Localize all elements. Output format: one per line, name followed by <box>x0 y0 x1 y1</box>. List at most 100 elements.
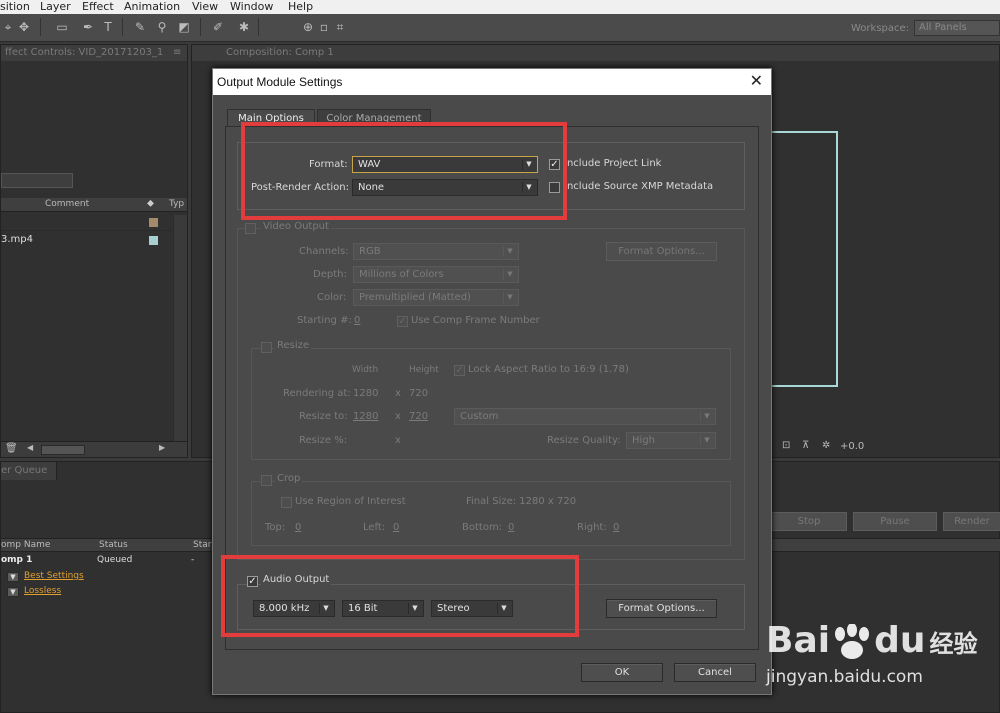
dialog-titlebar: Output Module Settings ✕ <box>213 69 771 95</box>
type-column-header[interactable]: Typ <box>169 199 184 209</box>
crop-left-value[interactable]: 0 <box>393 522 399 533</box>
menu-bar: sition Layer Effect Animation View Windo… <box>0 0 1000 14</box>
project-row[interactable]: 3.mp4 <box>1 233 171 249</box>
exposure-icon[interactable]: ✲ <box>822 440 830 451</box>
horizontal-scroll-thumb[interactable] <box>41 445 85 455</box>
starting-number-label: Starting #: <box>297 315 352 326</box>
scroll-right-icon[interactable]: ▶ <box>159 443 165 452</box>
depth-select[interactable]: Millions of Colors ▼ <box>353 266 519 283</box>
lock-aspect-checkbox[interactable]: ✓ <box>454 365 465 376</box>
camera-tool-icon[interactable]: ⌖ <box>0 19 16 35</box>
project-vertical-scrollbar[interactable] <box>173 215 187 441</box>
channels-select[interactable]: RGB ▼ <box>353 243 519 260</box>
render-item-name: omp 1 <box>1 555 33 565</box>
output-module-dropdown-icon[interactable]: ▼ <box>7 587 19 597</box>
video-format-options-button[interactable]: Format Options... <box>606 242 717 261</box>
render-settings-row: ▼ Best Settings <box>7 571 213 585</box>
workspace-label: Workspace: <box>851 23 910 34</box>
crop-group <box>251 481 731 546</box>
menu-window[interactable]: Window <box>230 0 273 13</box>
menu-composition[interactable]: sition <box>0 0 30 13</box>
clone-stamp-tool-icon[interactable]: ⚲ <box>154 19 170 35</box>
resize-percent-times: x <box>395 435 401 446</box>
world-axis-icon[interactable]: ▫ <box>316 19 332 35</box>
comp-name-header[interactable]: omp Name <box>1 540 50 550</box>
status-header[interactable]: Status <box>99 540 128 550</box>
stop-button[interactable]: Stop <box>771 512 847 531</box>
rectangle-tool-icon[interactable]: ▭ <box>54 19 70 35</box>
snapshot-icon[interactable]: ⊡ <box>782 440 790 451</box>
pen-tool-icon[interactable]: ✒ <box>80 19 96 35</box>
composition-tab[interactable]: Composition: Comp 1 <box>192 45 999 61</box>
watermark-url: jingyan.baidu.com <box>766 667 923 687</box>
menu-animation[interactable]: Animation <box>124 0 180 13</box>
cancel-button[interactable]: Cancel <box>674 663 756 682</box>
puppet-tool-icon[interactable]: ✱ <box>236 19 252 35</box>
baidu-jingyan-watermark: Bai du 经验 jingyan.baidu.com <box>766 607 977 697</box>
resize-to-height[interactable]: 720 <box>409 411 428 422</box>
tools-panel: ⌖ ✥ ▭ ✒ T ✎ ⚲ ◩ ✐ ✱ ⊕ ▫ ⌗ Workspace: All… <box>0 14 1000 42</box>
starting-number-value[interactable]: 0 <box>354 315 360 326</box>
crop-right-label: Right: <box>577 522 607 533</box>
resize-quality-select[interactable]: High ▼ <box>626 432 716 449</box>
channels-label: Channels: <box>299 246 349 257</box>
exposure-value[interactable]: +0.0 <box>840 441 864 452</box>
brush-tool-icon[interactable]: ✎ <box>132 19 148 35</box>
rendering-times: x <box>395 388 401 399</box>
label-color-swatch <box>149 236 158 245</box>
eraser-tool-icon[interactable]: ◩ <box>176 19 192 35</box>
effect-controls-tab[interactable]: ffect Controls: VID_20171203_1 ≡ <box>1 45 187 61</box>
output-module-settings-dialog: Output Module Settings ✕ Main Options Co… <box>212 68 772 695</box>
menu-layer[interactable]: Layer <box>40 0 71 13</box>
panel-menu-icon[interactable]: ≡ <box>173 45 181 61</box>
render-queue-tab[interactable]: er Queue <box>1 462 57 480</box>
render-settings-link[interactable]: Best Settings <box>24 571 84 581</box>
render-button[interactable]: Render <box>943 512 1000 531</box>
crop-right-value[interactable]: 0 <box>613 522 619 533</box>
final-size-label: Final Size: 1280 x 720 <box>466 496 577 507</box>
view-axis-icon[interactable]: ⌗ <box>332 19 348 35</box>
render-settings-dropdown-icon[interactable]: ▼ <box>7 572 19 582</box>
color-select[interactable]: Premultiplied (Matted) ▼ <box>353 289 519 306</box>
pause-button[interactable]: Pause <box>853 512 937 531</box>
resize-to-times: x <box>395 411 401 422</box>
resize-preset-select[interactable]: Custom ▼ <box>454 408 716 425</box>
crop-top-value[interactable]: 0 <box>295 522 301 533</box>
render-queue-row[interactable]: omp 1 Queued - <box>1 554 213 568</box>
audio-format-options-button[interactable]: Format Options... <box>606 599 717 618</box>
dialog-title: Output Module Settings <box>217 75 343 89</box>
scroll-left-icon[interactable]: ◀ <box>27 443 33 452</box>
menu-help[interactable]: Help <box>288 0 313 13</box>
flowchart-icon[interactable]: ⊼ <box>802 440 809 451</box>
comment-column-header[interactable]: Comment <box>45 199 89 209</box>
project-row[interactable]: ⊞ <box>1 215 181 231</box>
ok-button[interactable]: OK <box>581 663 663 682</box>
pan-behind-tool-icon[interactable]: ✥ <box>16 19 32 35</box>
menu-effect[interactable]: Effect <box>82 0 114 13</box>
close-icon[interactable]: ✕ <box>750 69 763 95</box>
highlight-format-box <box>241 122 567 220</box>
crop-bottom-value[interactable]: 0 <box>508 522 514 533</box>
chevron-down-icon: ▼ <box>503 269 516 280</box>
menu-view[interactable]: View <box>192 0 218 13</box>
output-module-link[interactable]: Lossless <box>24 586 61 596</box>
roto-brush-tool-icon[interactable]: ✐ <box>210 19 226 35</box>
chevron-down-icon: ▼ <box>700 435 713 446</box>
resize-checkbox[interactable] <box>261 342 272 353</box>
trash-icon[interactable]: 🗑 <box>5 443 18 454</box>
type-tool-icon[interactable]: T <box>100 19 116 35</box>
composition-title: Composition: Comp 1 <box>226 47 334 58</box>
project-search-input[interactable] <box>1 173 73 188</box>
resize-to-width[interactable]: 1280 <box>353 411 378 422</box>
height-header: Height <box>409 365 439 375</box>
render-item-status: Queued <box>97 555 133 565</box>
crop-checkbox[interactable] <box>261 475 272 486</box>
local-axis-icon[interactable]: ⊕ <box>300 19 316 35</box>
use-comp-frame-checkbox[interactable]: ✓ <box>397 316 408 327</box>
video-output-checkbox[interactable] <box>245 223 256 234</box>
footage-name: 3.mp4 <box>1 234 33 245</box>
use-region-of-interest-label: Use Region of Interest <box>295 496 406 507</box>
use-region-of-interest-checkbox[interactable] <box>281 497 292 508</box>
include-source-xmp-label: Include Source XMP Metadata <box>564 181 714 192</box>
workspace-select[interactable]: All Panels <box>914 20 1000 36</box>
